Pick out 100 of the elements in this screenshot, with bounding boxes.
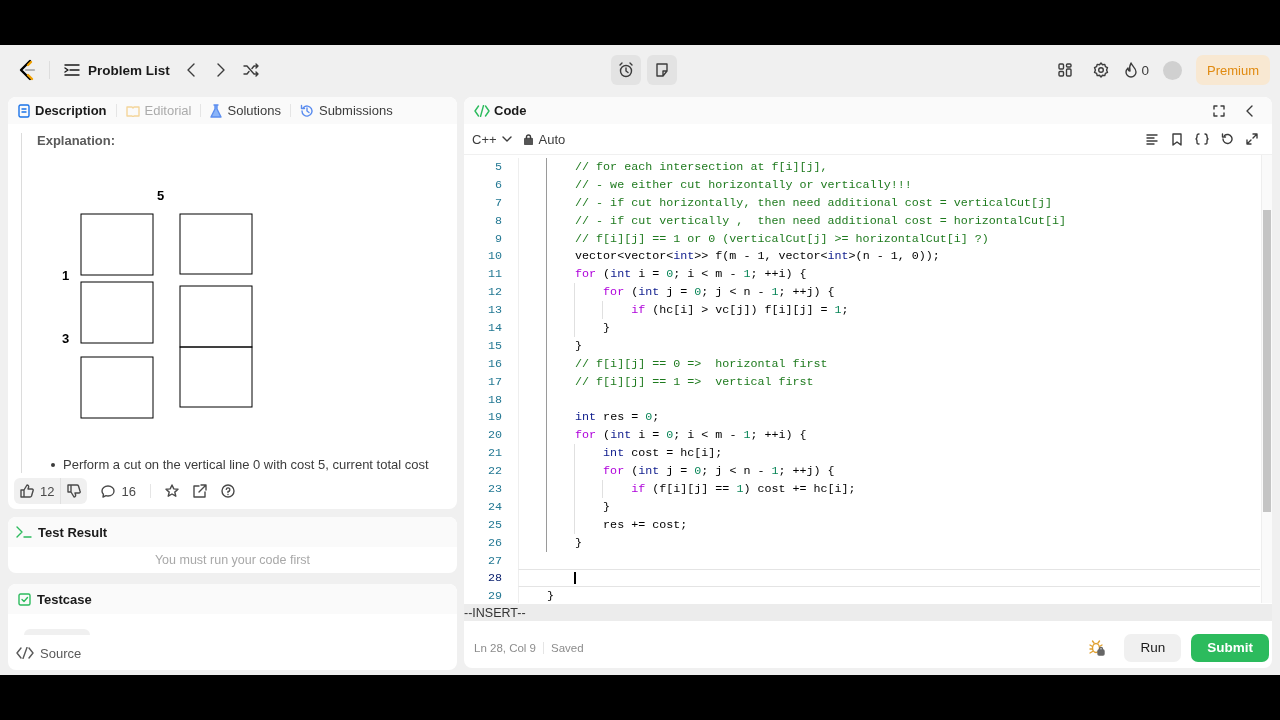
save-status: Saved xyxy=(551,641,584,654)
code-icon xyxy=(474,104,490,117)
line-number: 20 xyxy=(486,428,502,443)
code-line: } xyxy=(602,320,611,335)
code-line: } xyxy=(574,535,583,550)
code-line: for (int i = 0; i < m - 1; ++i) { xyxy=(574,428,807,443)
line-number: 15 xyxy=(486,338,502,353)
line-number: 22 xyxy=(486,464,502,479)
panel-title: Testcase xyxy=(37,591,92,607)
code-icon xyxy=(16,647,34,659)
list-icon xyxy=(64,63,80,77)
shuffle-icon xyxy=(242,63,259,77)
logo-icon xyxy=(17,59,37,81)
code-line: int res = 0; xyxy=(574,410,660,425)
tab[interactable]: Description xyxy=(18,97,107,124)
line-number: 11 xyxy=(486,267,502,282)
chevron-right-icon xyxy=(216,63,225,77)
code-line: for (int j = 0; j < n - 1; ++j) { xyxy=(602,285,835,300)
line-number: 12 xyxy=(486,285,502,300)
checkbox-icon xyxy=(18,592,31,606)
line-number: 28 xyxy=(486,571,502,586)
undo-icon xyxy=(1220,133,1233,145)
problem-list-link[interactable]: Problem List xyxy=(64,55,170,85)
code-line: if (f[i][j] == 1) cost += hc[i]; xyxy=(630,481,856,496)
line-number: 18 xyxy=(486,392,502,407)
comments-button[interactable]: 16 xyxy=(95,478,142,504)
note-icon xyxy=(654,63,669,77)
empty-message: You must run your code first xyxy=(154,553,311,567)
book-icon xyxy=(125,104,140,117)
line-number: 6 xyxy=(494,177,502,192)
flame-icon xyxy=(1124,62,1139,78)
tab[interactable]: Submissions xyxy=(299,97,393,124)
tab[interactable]: Solutions xyxy=(210,97,281,124)
code-line: // f[i][j] == 1 or 0 (verticalCut[j] >= horizontalCut[i] ?) xyxy=(574,231,989,246)
bullet-icon xyxy=(51,463,55,467)
panel-title: Test Result xyxy=(38,524,108,540)
panel-title: Code xyxy=(494,103,527,118)
line-number: 23 xyxy=(486,481,502,496)
code-line: // - if cut horizontally, then need additional cost = verticalCut[j] xyxy=(574,195,1052,210)
grid-icon xyxy=(1058,63,1073,77)
bug-lock-icon xyxy=(1089,639,1106,656)
code-line: for (int i = 0; i < m - 1; ++i) { xyxy=(574,267,807,282)
code-line: int cost = hc[i]; xyxy=(602,446,723,461)
code-line: } xyxy=(547,589,554,603)
line-number: 16 xyxy=(486,356,502,371)
notes-button[interactable] xyxy=(646,55,677,85)
section-heading: Explanation: xyxy=(37,133,116,148)
chevron-down-icon xyxy=(501,136,512,142)
line-number: 10 xyxy=(486,249,502,264)
code-line: } xyxy=(574,338,583,353)
code-line: if (hc[i] > vc[j]) f[i][j] = 1; xyxy=(630,303,849,318)
line-number: 26 xyxy=(486,535,502,550)
diagram-label: 5 xyxy=(157,188,165,203)
mode-label: Auto xyxy=(538,131,566,147)
document-icon xyxy=(18,103,30,118)
expand-icon xyxy=(1245,133,1258,145)
history-icon xyxy=(299,103,314,118)
code-line: for (int j = 0; j < n - 1; ++j) { xyxy=(602,464,835,479)
line-number: 8 xyxy=(494,213,502,228)
lock-icon xyxy=(523,133,533,145)
line-number: 19 xyxy=(486,410,502,425)
code-line: res += cost; xyxy=(602,517,688,532)
cursor-position: Ln 28, Col 9 xyxy=(474,641,536,654)
source-button[interactable]: Source xyxy=(16,644,82,662)
timer-button[interactable] xyxy=(610,55,641,85)
diagram-label: 1 xyxy=(62,268,70,283)
line-number: 13 xyxy=(486,303,502,318)
vim-mode: --INSERT-- xyxy=(464,605,526,620)
help-icon xyxy=(220,484,235,498)
line-number: 5 xyxy=(494,159,502,174)
settings-icon xyxy=(1093,62,1110,78)
alarm-clock-icon xyxy=(617,62,634,78)
line-number: 29 xyxy=(486,589,502,603)
line-number: 24 xyxy=(486,499,502,514)
thumbs-down-icon xyxy=(67,484,82,498)
code-line: // for each intersection at f[i][j], xyxy=(574,159,828,174)
line-number: 7 xyxy=(494,195,502,210)
fullscreen-icon xyxy=(1212,104,1225,117)
code-line: // - we either cut horizontally or vertically!!! xyxy=(574,177,912,192)
thumbs-up-icon xyxy=(20,484,34,498)
diagram-label: 3 xyxy=(62,331,70,346)
text-cursor xyxy=(574,572,576,585)
line-number: 25 xyxy=(486,517,502,532)
scroll-thumb[interactable] xyxy=(1263,210,1271,512)
code-line: } xyxy=(602,499,611,514)
chevron-left-icon xyxy=(186,63,195,77)
run-button[interactable]: Run xyxy=(1124,633,1182,662)
line-number: 9 xyxy=(494,231,502,246)
explanation-text: Perform a cut on the vertical line 0 with cost 5, current total cost xyxy=(63,457,429,472)
language-dropdown[interactable]: C++ xyxy=(472,131,512,147)
code-line: vector<vector<int>> f(m - 1, vector<int>(n - 1, 0)); xyxy=(574,249,940,264)
streak-counter[interactable]: 0 xyxy=(1124,55,1149,85)
code-line: // f[i][j] == 0 => horizontal first xyxy=(574,356,828,371)
code-line: // f[i][j] == 1 => vertical first xyxy=(574,374,814,389)
braces-icon xyxy=(1194,133,1209,145)
bookmark-icon xyxy=(1171,132,1182,146)
flask-icon xyxy=(210,103,223,118)
star-icon xyxy=(164,484,179,498)
terminal-icon xyxy=(16,526,32,538)
line-number: 14 xyxy=(486,320,502,335)
